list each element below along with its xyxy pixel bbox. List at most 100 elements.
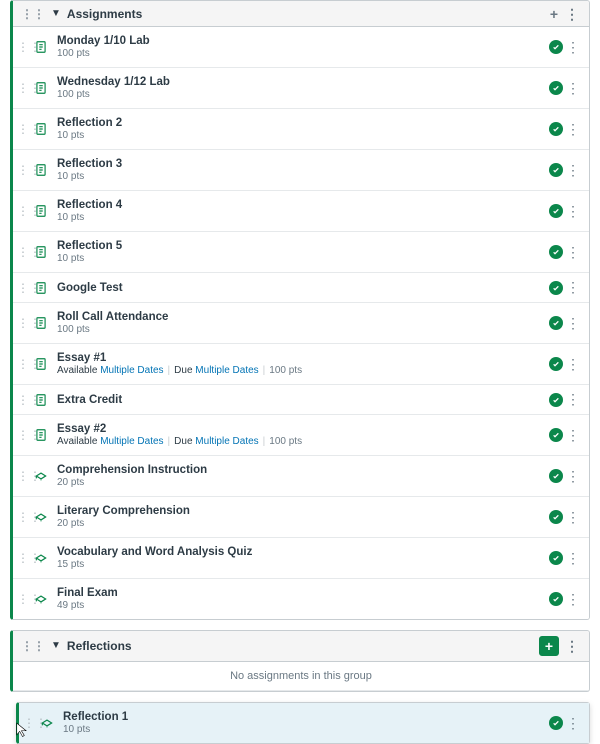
item-menu-button[interactable]: ⋮ — [565, 591, 581, 608]
item-meta: 100 pts — [57, 89, 547, 100]
published-icon[interactable] — [549, 592, 563, 606]
item-title[interactable]: Reflection 3 — [57, 158, 547, 170]
item-menu-button[interactable]: ⋮ — [565, 468, 581, 485]
assignment-row: ⋮⋮Final Exam49 pts⋮ — [13, 579, 589, 619]
drag-handle[interactable]: ⋮⋮ — [17, 281, 31, 295]
item-menu-button[interactable]: ⋮ — [565, 356, 581, 373]
group-drag-handle[interactable]: ⋮⋮ — [21, 639, 45, 653]
item-menu-button[interactable]: ⋮ — [565, 279, 581, 296]
item-title[interactable]: Vocabulary and Word Analysis Quiz — [57, 546, 547, 558]
drag-handle[interactable]: ⋮⋮ — [17, 428, 31, 442]
group-body: ⋮⋮Monday 1/10 Lab100 pts⋮⋮⋮Wednesday 1/1… — [13, 27, 589, 619]
item-menu-button[interactable]: ⋮ — [565, 162, 581, 179]
group-toggle[interactable]: ▼ — [51, 641, 61, 651]
drag-handle[interactable]: ⋮⋮ — [17, 510, 31, 524]
item-title[interactable]: Literary Comprehension — [57, 505, 547, 517]
group-menu-button[interactable]: ⋮ — [563, 639, 581, 653]
item-title[interactable]: Essay #2 — [57, 423, 547, 435]
item-title[interactable]: Monday 1/10 Lab — [57, 35, 547, 47]
published-icon[interactable] — [549, 469, 563, 483]
item-meta: 10 pts — [57, 212, 547, 223]
drag-handle[interactable]: ⋮⋮ — [17, 592, 31, 606]
drag-handle[interactable]: ⋮⋮ — [17, 122, 31, 136]
due-link[interactable]: Multiple Dates — [195, 365, 258, 376]
item-title[interactable]: Reflection 2 — [57, 117, 547, 129]
item-menu-button[interactable]: ⋮ — [565, 391, 581, 408]
type-icon-wrap — [31, 163, 51, 177]
drag-handle[interactable]: ⋮⋮ — [17, 469, 31, 483]
item-menu-button[interactable]: ⋮ — [565, 39, 581, 56]
points-text: 10 pts — [57, 253, 84, 264]
item-title[interactable]: Reflection 5 — [57, 240, 547, 252]
drag-handle[interactable]: ⋮⋮ — [17, 245, 31, 259]
assignment-icon — [34, 245, 48, 259]
published-icon[interactable] — [549, 428, 563, 442]
assignment-row: ⋮⋮ Extra Credit ⋮ — [13, 385, 589, 415]
published-icon[interactable] — [549, 204, 563, 218]
published-icon[interactable] — [549, 357, 563, 371]
assignment-row: ⋮⋮ Essay #1Available Multiple Dates|Due M… — [13, 344, 589, 385]
item-title[interactable]: Reflection 1 — [63, 711, 547, 723]
item-menu-button[interactable]: ⋮ — [565, 509, 581, 526]
published-icon[interactable] — [549, 163, 563, 177]
item-title[interactable]: Roll Call Attendance — [57, 311, 547, 323]
assignment-row: ⋮⋮Reflection 110 pts⋮ — [19, 703, 589, 743]
item-title[interactable]: Extra Credit — [57, 394, 547, 406]
item-title[interactable]: Final Exam — [57, 587, 547, 599]
quiz-icon — [34, 551, 48, 565]
group-menu-button[interactable]: ⋮ — [563, 7, 581, 21]
type-icon-wrap — [31, 81, 51, 95]
assignment-icon — [34, 281, 48, 295]
quiz-icon — [40, 716, 54, 730]
drag-handle[interactable]: ⋮⋮ — [17, 357, 31, 371]
drag-handle[interactable]: ⋮⋮ — [17, 393, 31, 407]
item-meta: 20 pts — [57, 477, 547, 488]
dragging-row[interactable]: ⋮⋮Reflection 110 pts⋮ — [16, 702, 590, 744]
item-menu-button[interactable]: ⋮ — [565, 203, 581, 220]
item-menu-button[interactable]: ⋮ — [565, 244, 581, 261]
item-content: Essay #1Available Multiple Dates|Due Mul… — [57, 350, 547, 378]
drag-handle[interactable]: ⋮⋮ — [17, 81, 31, 95]
item-menu-button[interactable]: ⋮ — [565, 427, 581, 444]
published-icon[interactable] — [549, 281, 563, 295]
add-assignment-button[interactable]: + — [545, 7, 563, 21]
item-menu-button[interactable]: ⋮ — [565, 121, 581, 138]
group-drag-handle[interactable]: ⋮⋮ — [21, 7, 45, 21]
assignment-icon — [34, 40, 48, 54]
assignment-group: ⋮⋮▼Assignments+⋮⋮⋮Monday 1/10 Lab100 pts… — [10, 0, 590, 620]
published-icon[interactable] — [549, 393, 563, 407]
published-icon[interactable] — [549, 40, 563, 54]
type-icon-wrap — [31, 510, 51, 524]
add-assignment-button[interactable]: + — [539, 636, 559, 656]
item-menu-button[interactable]: ⋮ — [565, 315, 581, 332]
assignment-row: ⋮⋮Reflection 210 pts⋮ — [13, 109, 589, 150]
available-link[interactable]: Multiple Dates — [100, 436, 163, 447]
item-menu-button[interactable]: ⋮ — [565, 715, 581, 732]
published-icon[interactable] — [549, 510, 563, 524]
type-icon-wrap — [31, 357, 51, 371]
item-title[interactable]: Reflection 4 — [57, 199, 547, 211]
assignment-row: ⋮⋮Monday 1/10 Lab100 pts⋮ — [13, 27, 589, 68]
published-icon[interactable] — [549, 81, 563, 95]
item-menu-button[interactable]: ⋮ — [565, 80, 581, 97]
drag-handle[interactable]: ⋮⋮ — [17, 204, 31, 218]
published-icon[interactable] — [549, 245, 563, 259]
available-link[interactable]: Multiple Dates — [100, 365, 163, 376]
drag-handle[interactable]: ⋮⋮ — [17, 551, 31, 565]
published-icon[interactable] — [549, 716, 563, 730]
group-toggle[interactable]: ▼ — [51, 9, 61, 19]
published-icon[interactable] — [549, 316, 563, 330]
assignment-group: ⋮⋮▼Reflections+⋮No assignments in this g… — [10, 630, 590, 692]
drag-handle[interactable]: ⋮⋮ — [17, 163, 31, 177]
published-icon[interactable] — [549, 551, 563, 565]
item-title[interactable]: Wednesday 1/12 Lab — [57, 76, 547, 88]
item-menu-button[interactable]: ⋮ — [565, 550, 581, 567]
drag-handle[interactable]: ⋮⋮ — [17, 40, 31, 54]
item-title[interactable]: Essay #1 — [57, 352, 547, 364]
due-link[interactable]: Multiple Dates — [195, 436, 258, 447]
cursor-icon — [15, 720, 29, 738]
published-icon[interactable] — [549, 122, 563, 136]
item-title[interactable]: Comprehension Instruction — [57, 464, 547, 476]
item-title[interactable]: Google Test — [57, 282, 547, 294]
drag-handle[interactable]: ⋮⋮ — [17, 316, 31, 330]
